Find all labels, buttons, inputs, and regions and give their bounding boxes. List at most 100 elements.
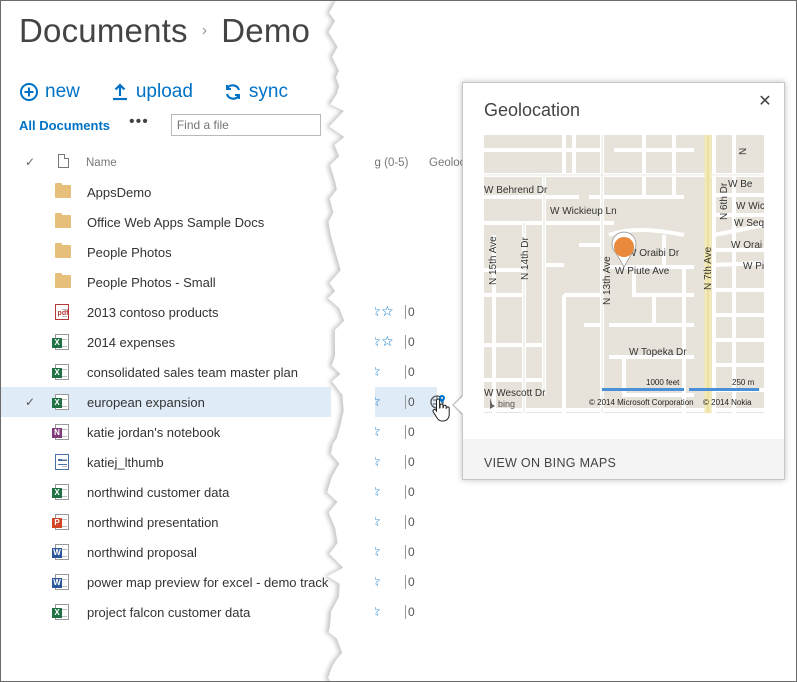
- powerpoint-file-icon: P: [52, 514, 69, 531]
- rating-count: 0: [405, 575, 415, 589]
- street-label: W Be: [728, 179, 753, 190]
- folder-icon: [55, 243, 71, 258]
- file-name-link[interactable]: People Photos - Small: [87, 275, 331, 290]
- rating-count: 0: [405, 395, 415, 409]
- view-on-bing-maps-link[interactable]: VIEW ON BING MAPS: [484, 456, 616, 470]
- rating-stars-icon[interactable]: ☆☆: [356, 393, 381, 410]
- sync-icon: [223, 82, 243, 102]
- image-file-icon: [55, 454, 69, 471]
- street-label: N 15th Ave: [488, 236, 499, 285]
- pdf-file-icon: pdf: [55, 304, 69, 321]
- new-label: new: [45, 81, 80, 102]
- street-label: W Piute Ave: [615, 266, 670, 277]
- rating-count: 0: [405, 305, 415, 319]
- rating-stars-icon[interactable]: ☆☆: [356, 483, 381, 500]
- street-label: W Topeka Dr: [629, 347, 687, 358]
- rating-count: 0: [405, 605, 415, 619]
- sync-button[interactable]: sync: [223, 81, 288, 103]
- rating-stars-icon[interactable]: ☆☆: [356, 513, 381, 530]
- upload-arrow-icon: [110, 82, 130, 102]
- rating-stars-icon[interactable]: ☆☆☆: [356, 303, 394, 320]
- excel-file-icon: X: [52, 394, 69, 411]
- file-name-link[interactable]: katie jordan's notebook: [87, 425, 331, 440]
- rating-stars-icon[interactable]: ☆☆: [356, 453, 381, 470]
- list-item[interactable]: Wnorthwind proposal ☆☆ 0: [1, 537, 461, 567]
- street-label: N 14th Dr: [520, 237, 531, 280]
- map-copyright-microsoft: © 2014 Microsoft Corporation: [589, 398, 694, 407]
- new-button[interactable]: new: [19, 81, 80, 103]
- select-all-checkmark-icon[interactable]: ✓: [25, 155, 35, 169]
- upload-button[interactable]: upload: [110, 81, 193, 103]
- hand-cursor-icon: [432, 398, 450, 422]
- rating-count: 0: [405, 485, 415, 499]
- street-label: W Sequ: [734, 218, 764, 229]
- view-all-documents[interactable]: All Documents: [19, 118, 110, 133]
- rating-stars-icon[interactable]: ☆☆: [356, 603, 381, 620]
- file-name-link[interactable]: 2013 contoso products: [87, 305, 331, 320]
- breadcrumb-root[interactable]: Documents: [19, 12, 188, 50]
- onenote-file-icon: N: [52, 424, 69, 441]
- list-item[interactable]: katiej_lthumb ☆☆ 0: [1, 447, 461, 477]
- list-item[interactable]: ✓ Xeuropean expansion ☆☆ 0: [1, 387, 415, 417]
- file-name-link[interactable]: project falcon customer data: [87, 605, 331, 620]
- rating-count: 0: [405, 515, 415, 529]
- rating-stars-icon[interactable]: ☆☆: [356, 423, 381, 440]
- views-row: All Documents •••: [19, 113, 321, 137]
- callout-footer: VIEW ON BING MAPS: [463, 439, 784, 479]
- rating-stars-icon[interactable]: ☆☆: [356, 573, 381, 590]
- excel-file-icon: X: [52, 604, 69, 621]
- rating-count: 0: [405, 335, 415, 349]
- document-type-icon: [58, 154, 69, 168]
- list-item[interactable]: Office Web Apps Sample Docs: [1, 207, 461, 237]
- list-item[interactable]: Xproject falcon customer data ☆☆ 0: [1, 597, 461, 627]
- map-copyright-nokia: © 2014 Nokia: [703, 398, 752, 407]
- file-name-link[interactable]: northwind presentation: [87, 515, 331, 530]
- rating-stars-icon[interactable]: ☆☆: [356, 543, 381, 560]
- file-name-link[interactable]: Office Web Apps Sample Docs: [87, 215, 331, 230]
- file-name-link[interactable]: european expansion: [87, 395, 331, 410]
- find-file-input[interactable]: [170, 114, 321, 136]
- rating-stars-icon[interactable]: ☆☆: [356, 363, 381, 380]
- file-name-link[interactable]: People Photos: [87, 245, 331, 260]
- list-item[interactable]: Pnorthwind presentation ☆☆ 0: [1, 507, 461, 537]
- street-label: N 7th Ave: [703, 246, 714, 290]
- list-item[interactable]: People Photos: [1, 237, 461, 267]
- folder-icon: [55, 273, 71, 288]
- close-icon[interactable]: ✕: [757, 94, 773, 110]
- column-header-name[interactable]: Name: [86, 157, 117, 169]
- excel-file-icon: X: [52, 334, 69, 351]
- callout-beak: [454, 395, 464, 415]
- file-name-link[interactable]: katiej_lthumb: [87, 455, 331, 470]
- page-title: Documents › Demo: [19, 9, 310, 53]
- word-file-icon: W: [52, 544, 69, 561]
- street-label: N 6th Dr: [719, 182, 730, 220]
- column-header-rating[interactable]: ating (0-5): [356, 157, 408, 169]
- file-name-link[interactable]: AppsDemo: [87, 185, 331, 200]
- list-item[interactable]: pdf 2013 contoso products ☆☆☆ 0: [1, 297, 461, 327]
- bing-map[interactable]: W Behrend Dr W Wickieup Ln W Oraibi Dr W…: [484, 135, 764, 413]
- list-item[interactable]: Xnorthwind customer data ☆☆ 0: [1, 477, 461, 507]
- rating-count: 0: [405, 545, 415, 559]
- file-name-link[interactable]: consolidated sales team master plan: [87, 365, 331, 380]
- list-item[interactable]: X 2014 expenses ☆☆☆ 0: [1, 327, 461, 357]
- list-item[interactable]: AppsDemo: [1, 177, 461, 207]
- street-label: N: [738, 148, 749, 155]
- file-name-link[interactable]: 2014 expenses: [87, 335, 331, 350]
- file-name-link[interactable]: power map preview for excel - demo track: [87, 575, 331, 590]
- sync-label: sync: [248, 81, 288, 102]
- map-graphic: W Behrend Dr W Wickieup Ln W Oraibi Dr W…: [484, 135, 764, 413]
- list-item[interactable]: Nkatie jordan's notebook ☆☆ 0: [1, 417, 461, 447]
- column-header-geolocation[interactable]: Geoloc: [429, 157, 465, 169]
- more-views-icon[interactable]: •••: [129, 114, 149, 130]
- file-name-link[interactable]: northwind proposal: [87, 545, 331, 560]
- file-name-link[interactable]: northwind customer data: [87, 485, 331, 500]
- breadcrumb-separator-icon: ›: [201, 22, 208, 39]
- rating-stars-icon[interactable]: ☆☆☆: [356, 333, 394, 350]
- scale-feet-label: 1000 feet: [646, 378, 680, 387]
- street-label: W Wickieup Ln: [550, 206, 617, 217]
- row-checkmark-icon[interactable]: ✓: [25, 395, 35, 409]
- folder-icon: [55, 213, 71, 228]
- list-item[interactable]: People Photos - Small: [1, 267, 461, 297]
- list-item[interactable]: Wpower map preview for excel - demo trac…: [1, 567, 461, 597]
- list-item[interactable]: Xconsolidated sales team master plan ☆☆ 0: [1, 357, 461, 387]
